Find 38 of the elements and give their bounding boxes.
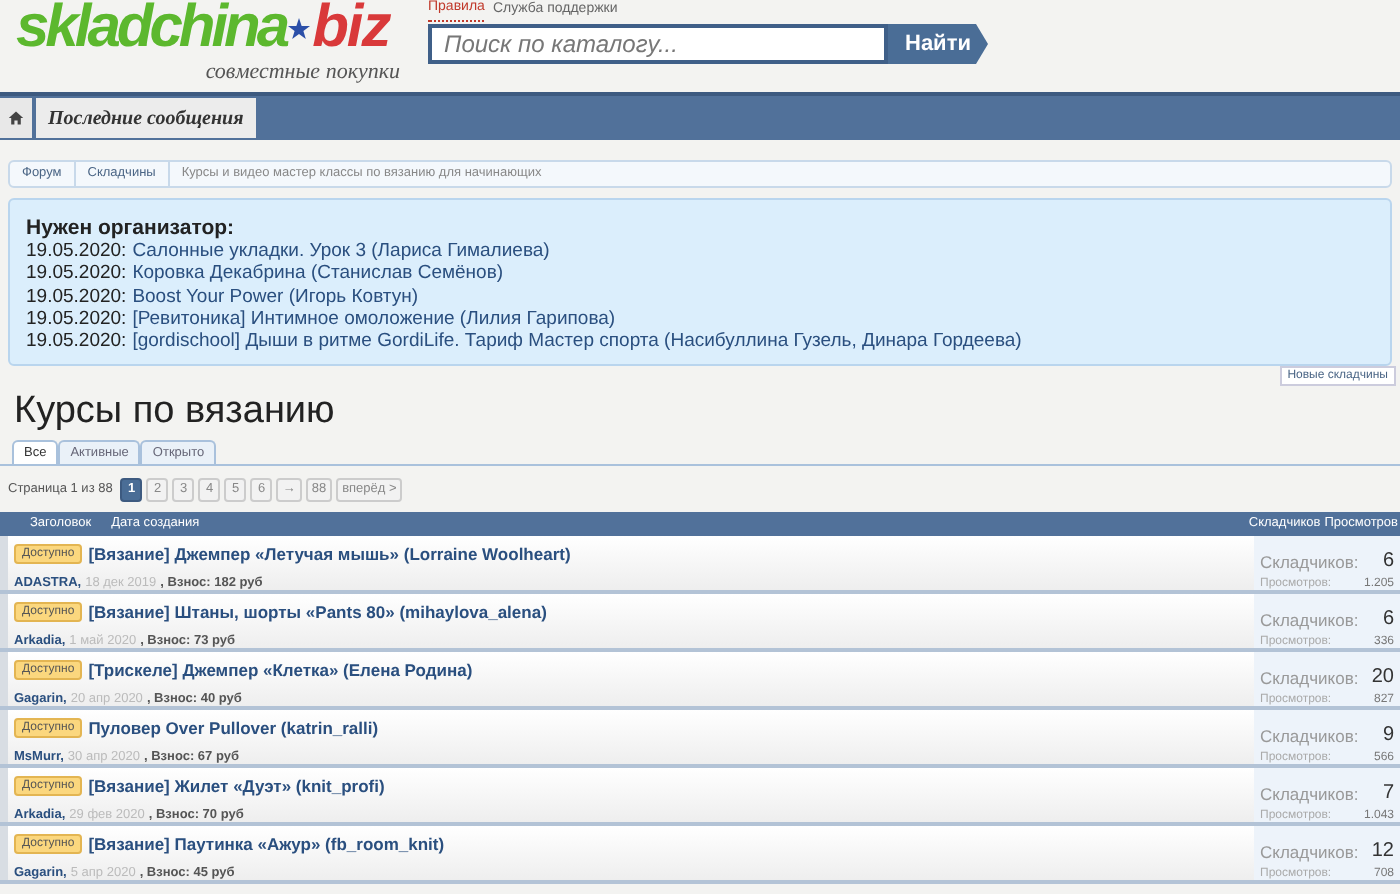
- notice-link[interactable]: Салонные укладки. Урок 3 (Лариса Гималиева): [132, 240, 550, 263]
- logo-tagline: совместные покупки: [205, 58, 400, 88]
- logo-domain[interactable]: biz: [312, 0, 390, 58]
- notice-date: 19.05.2020:: [26, 307, 127, 331]
- thread-title-link[interactable]: Пуловер Over Pullover (katrin_ralli): [88, 716, 379, 742]
- members-label: Складчиков:: [1260, 840, 1359, 866]
- members-label: Складчиков:: [1260, 666, 1359, 692]
- members-label: Складчиков:: [1260, 724, 1359, 750]
- notice-date: 19.05.2020:: [26, 240, 127, 263]
- members-count: 9: [1382, 722, 1394, 750]
- members-label: Складчиков:: [1260, 550, 1359, 576]
- page-title: Курсы по вязанию: [14, 390, 337, 434]
- notice-title: Нужен организатор:: [26, 218, 237, 241]
- members-count: 6: [1382, 548, 1394, 576]
- star-icon: [288, 17, 311, 39]
- members-count: 7: [1382, 780, 1394, 808]
- thread-title-link[interactable]: [Вязание] Жилет «Дуэт» (knit_profi): [88, 774, 385, 800]
- nav-tab[interactable]: Последние сообщения: [36, 98, 256, 138]
- members-count: 12: [1371, 838, 1394, 866]
- search-button[interactable]: Найти: [888, 24, 988, 64]
- home-button[interactable]: [0, 98, 32, 138]
- members-label: Складчиков:: [1260, 608, 1359, 634]
- notice-link[interactable]: Boost Your Power (Игорь Ковтун): [132, 285, 419, 308]
- notice-link[interactable]: Коровка Декабрина (Станислав Семёнов): [132, 262, 504, 286]
- notice-link[interactable]: [Ревитоника] Интимное омоложение (Лилия Гарипова): [132, 307, 616, 331]
- members-count: 6: [1382, 606, 1394, 634]
- members-label: Складчиков:: [1260, 782, 1359, 808]
- thread-title-link[interactable]: [Трискеле] Джемпер «Клетка» (Елена Родина): [88, 658, 473, 684]
- notice-date: 19.05.2020:: [26, 285, 127, 308]
- thread-title-link[interactable]: [Вязание] Паутинка «Ажур» (fb_room_knit): [88, 832, 445, 858]
- home-icon: [8, 110, 24, 126]
- search-field[interactable]: Поиск по каталогу...: [428, 24, 888, 64]
- notice-date: 19.05.2020:: [26, 330, 127, 353]
- thread-title-link[interactable]: [Вязание] Джемпер «Летучая мышь» (Lorraine Woolheart): [88, 542, 571, 568]
- notice-link[interactable]: [gordischool] Дыши в ритме GordiLife. Тариф Мастер спорта (Насибуллина Гузель, Динара Гордеева): [132, 330, 1022, 353]
- thread-title-link[interactable]: [Вязание] Штаны, шорты «Pants 80» (mihaylova_alena): [88, 600, 547, 626]
- members-count: 20: [1371, 664, 1394, 692]
- notice-date: 19.05.2020:: [26, 262, 127, 286]
